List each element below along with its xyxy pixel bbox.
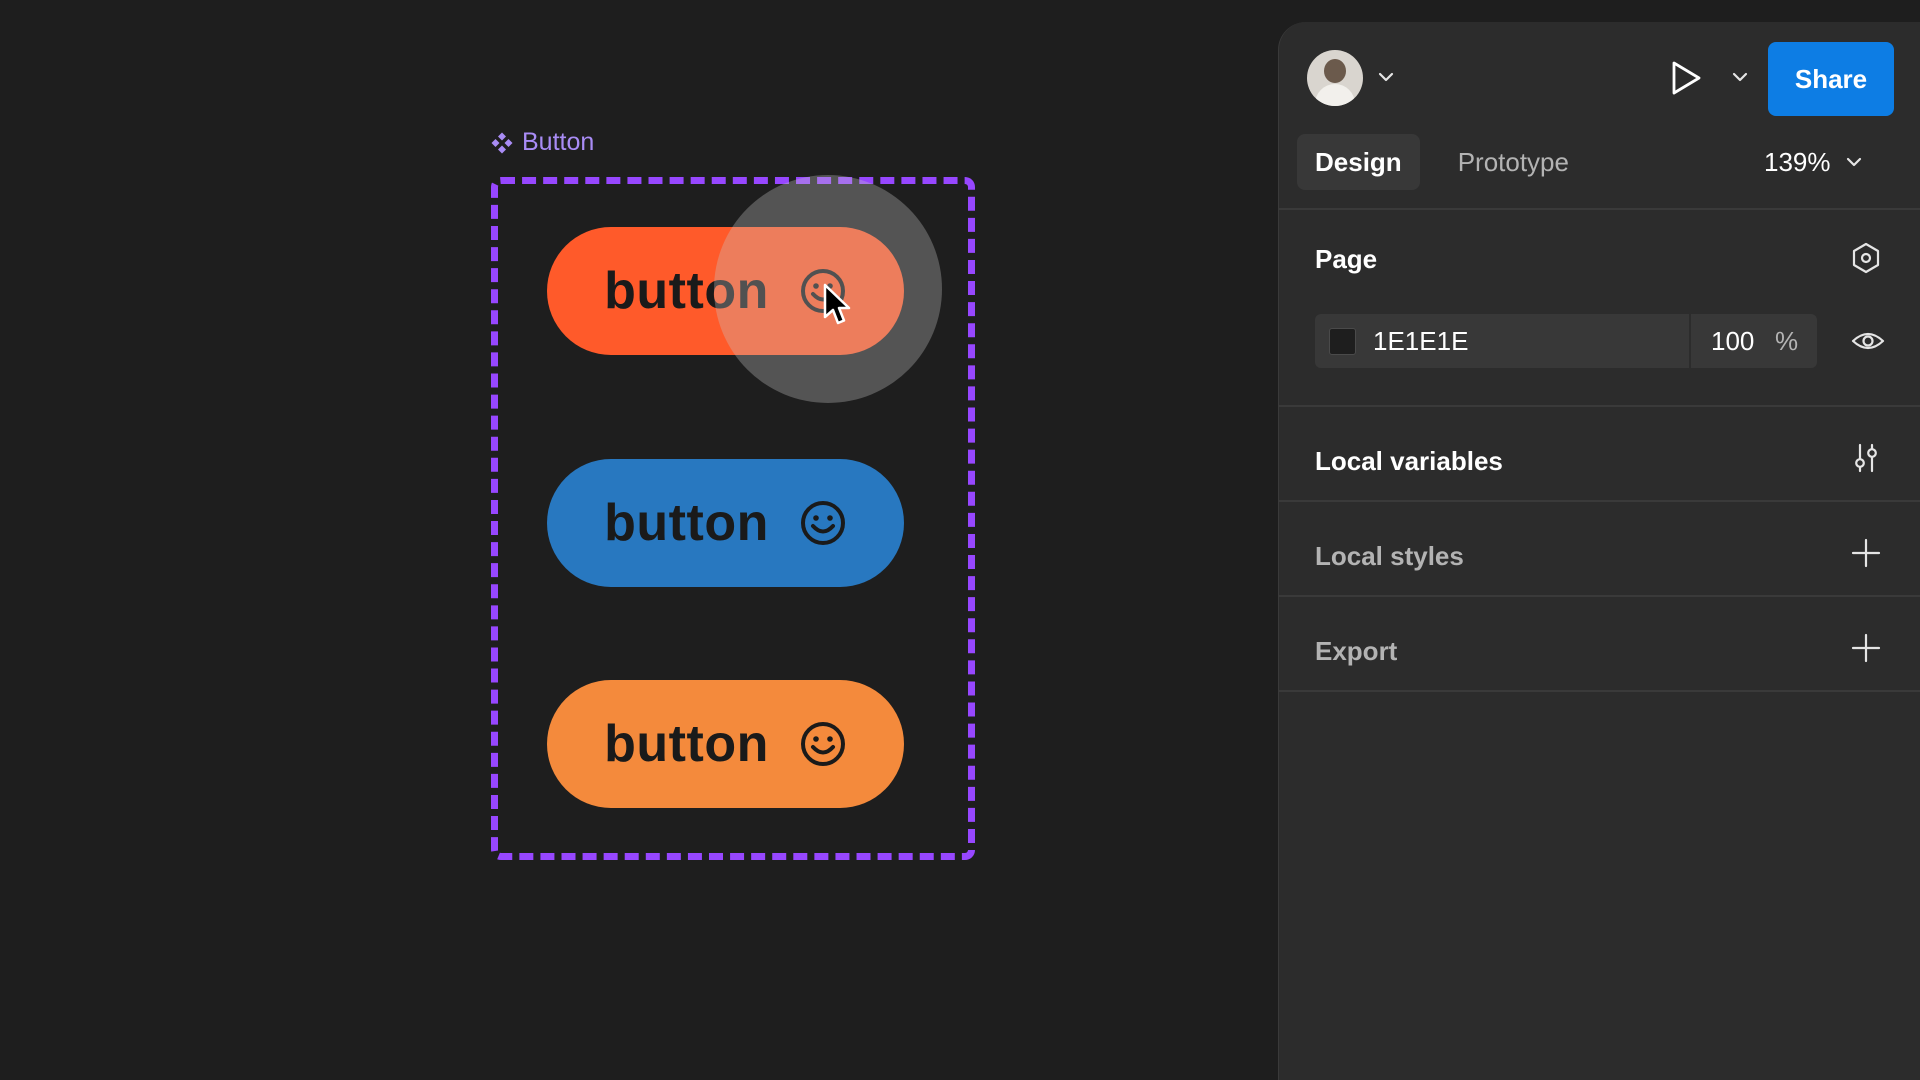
divider — [1279, 690, 1920, 692]
color-hex-input[interactable]: 1E1E1E — [1373, 326, 1468, 357]
color-swatch[interactable] — [1329, 328, 1356, 355]
zoom-level: 139% — [1764, 146, 1831, 177]
panel-toolbar: Share — [1279, 22, 1920, 134]
component-set-name: Button — [522, 128, 595, 156]
opacity-input[interactable]: 100 — [1711, 326, 1754, 357]
field-separator — [1689, 314, 1691, 368]
avatar-body — [1315, 84, 1355, 106]
properties-panel: Share Design Prototype 139% Page 1E1E1E … — [1278, 22, 1920, 1080]
tab-prototype[interactable]: Prototype — [1440, 134, 1587, 190]
mouse-pointer-icon — [823, 283, 851, 325]
share-button[interactable]: Share — [1768, 42, 1894, 116]
avatar[interactable] — [1307, 50, 1363, 106]
local-variables-title: Local variables — [1315, 446, 1503, 476]
chevron-down-icon[interactable] — [1377, 68, 1395, 86]
export-title: Export — [1315, 636, 1398, 666]
smiley-icon — [800, 501, 845, 545]
divider — [1279, 500, 1920, 502]
panel-tabs: Design Prototype — [1297, 134, 1587, 190]
add-style-plus-icon[interactable] — [1849, 536, 1883, 570]
eye-icon[interactable] — [1851, 326, 1885, 356]
opacity-unit: % — [1775, 326, 1799, 356]
local-styles-title: Local styles — [1315, 541, 1464, 571]
button-variant-3[interactable]: button — [547, 680, 904, 808]
play-icon[interactable] — [1665, 58, 1705, 98]
button-label: button — [604, 715, 769, 773]
button-label: button — [604, 262, 769, 320]
zoom-dropdown[interactable]: 139% — [1764, 134, 1863, 190]
divider — [1279, 208, 1920, 210]
component-icon — [491, 132, 513, 153]
smiley-icon — [800, 722, 845, 766]
divider — [1279, 595, 1920, 597]
divider — [1279, 405, 1920, 407]
tab-design[interactable]: Design — [1297, 134, 1420, 190]
canvas[interactable]: Button button button button — [0, 0, 1278, 1080]
variables-adjust-icon[interactable] — [1849, 441, 1883, 475]
chevron-down-icon — [1846, 157, 1861, 167]
button-label: button — [604, 494, 769, 552]
add-export-plus-icon[interactable] — [1849, 631, 1883, 665]
chevron-down-icon[interactable] — [1731, 68, 1749, 86]
component-set-label[interactable]: Button — [490, 128, 594, 157]
button-variant-2[interactable]: button — [547, 459, 904, 587]
avatar-head — [1324, 59, 1346, 83]
component-set-frame[interactable]: button button button — [491, 177, 975, 860]
page-section-title: Page — [1315, 244, 1378, 274]
page-fill-row: 1E1E1E 100 % — [1315, 314, 1817, 368]
page-settings-icon[interactable] — [1849, 241, 1883, 275]
